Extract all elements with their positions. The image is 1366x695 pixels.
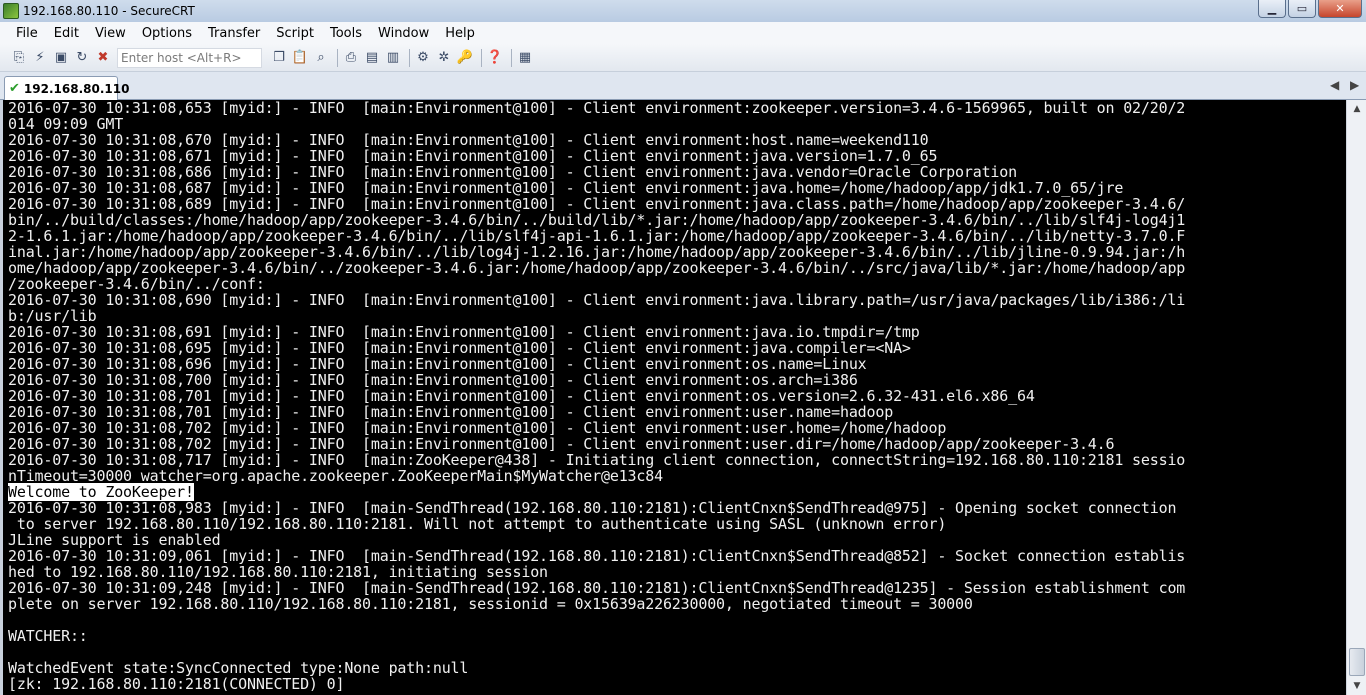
terminal-line: 2016-07-30 10:31:08,701 [myid:] - INFO [… — [8, 403, 894, 421]
terminal-line: JLine support is enabled — [8, 531, 221, 549]
paste-icon[interactable]: 📋 — [291, 49, 309, 67]
print-setup-icon[interactable]: ▥ — [384, 49, 402, 67]
menu-edit[interactable]: Edit — [46, 26, 87, 41]
host-input[interactable] — [117, 47, 262, 68]
menu-window[interactable]: Window — [370, 26, 437, 41]
scroll-down-icon[interactable]: ▼ — [1347, 677, 1366, 695]
window-controls: ▁ ▭ ✕ — [1258, 0, 1362, 18]
toolbar-separator — [481, 48, 482, 67]
terminal-line: /zookeeper-3.4.6/bin/../conf: — [8, 275, 265, 293]
terminal-line: Welcome to ZooKeeper! — [3, 483, 1346, 501]
terminal-line: b:/usr/lib — [8, 307, 97, 325]
global-options-icon[interactable]: ✲ — [435, 49, 453, 67]
terminal-line: ome/hadoop/app/zookeeper-3.4.6/bin/../zo… — [8, 259, 1186, 277]
terminal-line: 2016-07-30 10:31:08,670 [myid:] - INFO [… — [8, 131, 929, 149]
terminal-scrollbar[interactable]: ▲ ▼ — [1346, 100, 1366, 695]
menu-file[interactable]: File — [8, 26, 46, 41]
maximize-button[interactable]: ▭ — [1288, 0, 1316, 18]
terminal-line: 2016-07-30 10:31:09,248 [myid:] - INFO [… — [8, 579, 1186, 597]
sftp-icon[interactable]: ▦ — [516, 49, 534, 67]
connect-icon[interactable]: ⎘ — [10, 49, 28, 67]
terminal-line: nTimeout=30000 watcher=org.apache.zookee… — [8, 467, 663, 485]
find-icon[interactable]: ⌕ — [312, 49, 330, 67]
terminal-line: hed to 192.168.80.110/192.168.80.110:218… — [8, 563, 548, 581]
session-tab[interactable]: ✔ 192.168.80.110 — [4, 76, 129, 100]
connected-check-icon: ✔ — [9, 81, 20, 96]
terminal-line: 2016-07-30 10:31:08,689 [myid:] - INFO [… — [8, 195, 1186, 213]
tab-scroll-right-icon[interactable]: ▶ — [1350, 78, 1359, 92]
terminal-line: 014 09:09 GMT — [8, 115, 124, 133]
terminal-line: WATCHER:: — [8, 627, 88, 645]
terminal-line: 2016-07-30 10:31:08,717 [myid:] - INFO [… — [8, 451, 1186, 469]
reconnect-icon[interactable]: ↻ — [73, 49, 91, 67]
terminal-line: 2-1.6.1.jar:/home/hadoop/app/zookeeper-3… — [8, 227, 1186, 245]
menu-tools[interactable]: Tools — [322, 26, 370, 41]
quick-connect-icon[interactable]: ⚡ — [31, 49, 49, 67]
keymap-icon[interactable]: 🔑 — [456, 49, 474, 67]
window-title: 192.168.80.110 - SecureCRT — [23, 4, 195, 18]
terminal-line: 2016-07-30 10:31:08,983 [myid:] - INFO [… — [8, 499, 1177, 517]
terminal-line: 2016-07-30 10:31:08,700 [myid:] - INFO [… — [8, 371, 858, 389]
menu-view[interactable]: View — [87, 26, 134, 41]
menu-help[interactable]: Help — [437, 26, 483, 41]
terminal-line: inal.jar:/home/hadoop/app/zookeeper-3.4.… — [8, 243, 1186, 261]
securecrt-app-icon[interactable] — [3, 3, 19, 19]
terminal-line: bin/../build/classes:/home/hadoop/app/zo… — [8, 211, 1186, 229]
toolbar: ⎘ ⚡ ▣ ↻ ✖ ❐ 📋 ⌕ ⎙ ▤ ▥ ⚙ ✲ 🔑 ❓ ▦ — [0, 44, 1366, 72]
terminal-output[interactable]: 2016-07-30 10:31:08,653 [myid:] - INFO [… — [0, 100, 1346, 695]
terminal-line: WatchedEvent state:SyncConnected type:No… — [8, 659, 469, 677]
terminal-line: plete on server 192.168.80.110/192.168.8… — [8, 595, 973, 613]
terminal-line: 2016-07-30 10:31:08,701 [myid:] - INFO [… — [8, 387, 1035, 405]
session-tab-strip: ✔ 192.168.80.110 ◀ ▶ — [0, 72, 1366, 100]
copy-icon[interactable]: ❐ — [270, 49, 288, 67]
terminal-line: 2016-07-30 10:31:08,671 [myid:] - INFO [… — [8, 147, 938, 165]
help-icon[interactable]: ❓ — [486, 49, 504, 67]
close-button[interactable]: ✕ — [1318, 0, 1362, 18]
terminal-line: 2016-07-30 10:31:09,061 [myid:] - INFO [… — [8, 547, 1186, 565]
menu-bar: File Edit View Options Transfer Script T… — [0, 22, 1366, 44]
terminal-line: 2016-07-30 10:31:08,686 [myid:] - INFO [… — [8, 163, 1017, 181]
terminal-line: to server 192.168.80.110/192.168.80.110:… — [8, 515, 947, 533]
toolbar-separator — [409, 48, 410, 67]
toolbar-separator — [337, 48, 338, 67]
menu-transfer[interactable]: Transfer — [200, 26, 268, 41]
terminal-line: 2016-07-30 10:31:08,690 [myid:] - INFO [… — [8, 291, 1186, 309]
print-screen-icon[interactable]: ▤ — [363, 49, 381, 67]
scroll-up-icon[interactable]: ▲ — [1347, 100, 1366, 118]
terminal-line: 2016-07-30 10:31:08,696 [myid:] - INFO [… — [8, 355, 867, 373]
toolbar-separator — [511, 48, 512, 67]
terminal-line: 2016-07-30 10:31:08,691 [myid:] - INFO [… — [8, 323, 920, 341]
connect-tab-icon[interactable]: ▣ — [52, 49, 70, 67]
terminal-line: 2016-07-30 10:31:08,702 [myid:] - INFO [… — [8, 419, 947, 437]
minimize-button[interactable]: ▁ — [1258, 0, 1286, 18]
tab-scroll-left-icon[interactable]: ◀ — [1330, 78, 1339, 92]
disconnect-icon[interactable]: ✖ — [94, 49, 112, 67]
terminal-line: 2016-07-30 10:31:08,687 [myid:] - INFO [… — [8, 179, 1124, 197]
terminal-line: [zk: 192.168.80.110:2181(CONNECTED) 0] — [8, 675, 345, 693]
scrollbar-thumb[interactable] — [1349, 648, 1365, 676]
menu-script[interactable]: Script — [268, 26, 322, 41]
title-bar[interactable]: 192.168.80.110 - SecureCRT ▁ ▭ ✕ — [0, 0, 1366, 22]
terminal-line: 2016-07-30 10:31:08,653 [myid:] - INFO [… — [8, 100, 1186, 117]
terminal-line: 2016-07-30 10:31:08,695 [myid:] - INFO [… — [8, 339, 911, 357]
print-icon[interactable]: ⎙ — [342, 49, 360, 67]
menu-options[interactable]: Options — [134, 26, 200, 41]
session-options-icon[interactable]: ⚙ — [414, 49, 432, 67]
terminal-line: 2016-07-30 10:31:08,702 [myid:] - INFO [… — [8, 435, 1115, 453]
session-tab-label: 192.168.80.110 — [23, 81, 130, 96]
